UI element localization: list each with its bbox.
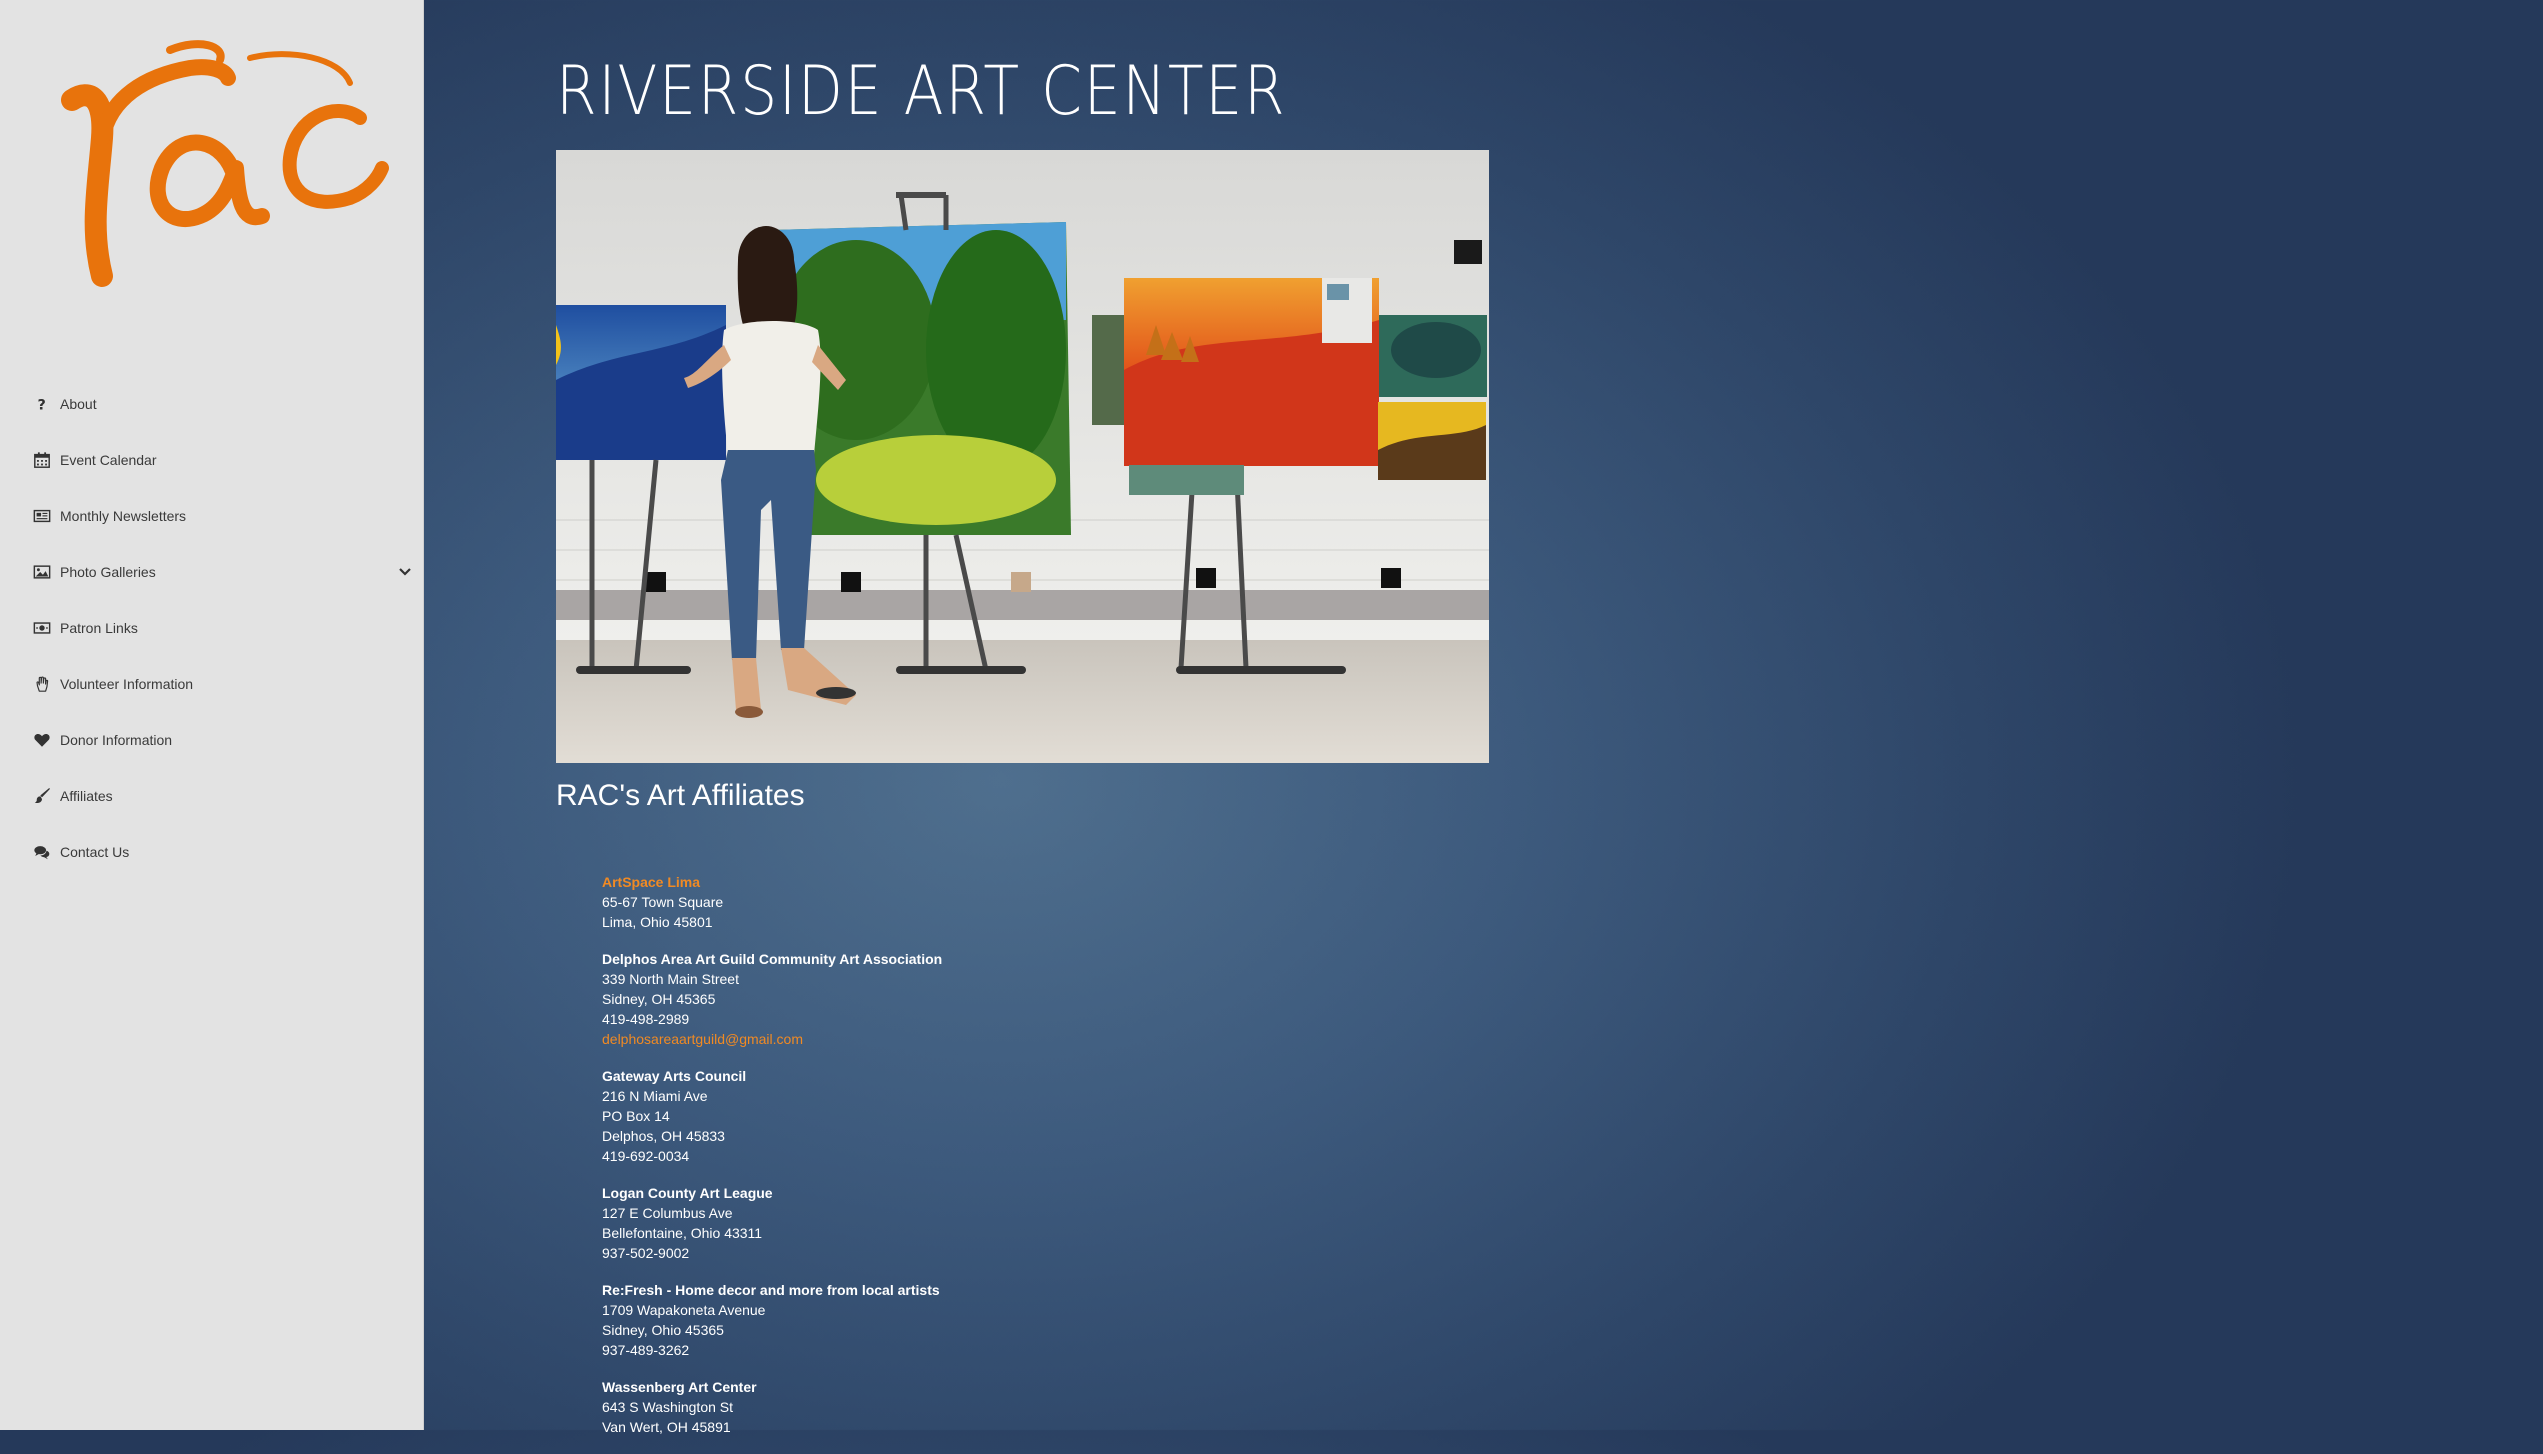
affiliate-item: Delphos Area Art Guild Community Art Ass…	[602, 949, 1402, 1049]
affiliate-name: Delphos Area Art Guild Community Art Ass…	[602, 951, 943, 967]
svg-text:?: ?	[38, 397, 46, 413]
affiliate-address-line: 643 S Washington St	[602, 1399, 734, 1415]
affiliate-address-line: 1709 Wapakoneta Avenue	[602, 1302, 766, 1318]
sidebar-item-contact-us[interactable]: Contact Us	[0, 824, 424, 880]
comments-icon	[32, 842, 52, 862]
affiliate-address-line: Delphos, OH 45833	[602, 1128, 725, 1144]
affiliate-item: Re:Fresh - Home decor and more from loca…	[602, 1280, 1402, 1360]
sidebar-nav: ? About Event Calendar Monthly Newslette…	[0, 376, 424, 880]
affiliate-name-link[interactable]: ArtSpace Lima	[602, 872, 1402, 892]
affiliate-phone: 937-489-3262	[602, 1342, 690, 1358]
affiliate-address-line: 65-67 Town Square	[602, 894, 724, 910]
affiliate-address-line: 127 E Columbus Ave	[602, 1205, 733, 1221]
picture-icon	[32, 562, 52, 582]
site-title[interactable]: RIVERSIDE ART CENTER	[556, 52, 1286, 131]
affiliate-item: ArtSpace Lima 65-67 Town Square Lima, Oh…	[602, 872, 1402, 932]
affiliate-address-line: Sidney, OH 45365	[602, 991, 716, 1007]
sidebar-item-monthly-newsletters[interactable]: Monthly Newsletters	[0, 488, 424, 544]
affiliate-phone: 419-692-0034	[602, 1148, 690, 1164]
affiliate-name: Logan County Art League	[602, 1185, 773, 1201]
heart-icon	[32, 730, 52, 750]
sidebar-item-label: About	[60, 396, 97, 412]
affiliate-item: Logan County Art League 127 E Columbus A…	[602, 1183, 1402, 1263]
affiliate-address-line: 339 North Main Street	[602, 971, 739, 987]
hero-image	[556, 150, 1489, 763]
affiliate-address-line: Bellefontaine, Ohio 43311	[602, 1225, 763, 1241]
affiliate-address-line: PO Box 14	[602, 1108, 670, 1124]
newspaper-icon	[32, 506, 52, 526]
hand-icon	[32, 674, 52, 694]
affiliate-item: Wassenberg Art Center 643 S Washington S…	[602, 1377, 1402, 1437]
sidebar-item-label: Monthly Newsletters	[60, 508, 187, 524]
brush-icon	[32, 786, 52, 806]
question-icon: ?	[32, 394, 52, 414]
sidebar-item-affiliates[interactable]: Affiliates	[0, 768, 424, 824]
sidebar-item-volunteer-information[interactable]: Volunteer Information	[0, 656, 424, 712]
affiliate-name: Wassenberg Art Center	[602, 1379, 757, 1395]
affiliate-address-line: Lima, Ohio 45801	[602, 914, 713, 930]
sidebar-item-label: Affiliates	[60, 788, 113, 804]
affiliate-phone: 937-502-9002	[602, 1245, 690, 1261]
sidebar-item-label: Event Calendar	[60, 452, 157, 468]
sidebar-item-event-calendar[interactable]: Event Calendar	[0, 432, 424, 488]
sidebar-item-label: Volunteer Information	[60, 676, 194, 692]
sidebar-item-photo-galleries[interactable]: Photo Galleries	[0, 544, 424, 600]
sidebar-item-label: Donor Information	[60, 732, 173, 748]
affiliates-list: ArtSpace Lima 65-67 Town Square Lima, Oh…	[602, 872, 1402, 1454]
rac-logo[interactable]: rac	[50, 28, 390, 288]
affiliate-name: Re:Fresh - Home decor and more from loca…	[602, 1282, 940, 1298]
affiliate-address-line: Sidney, Ohio 45365	[602, 1322, 724, 1338]
sidebar-item-patron-links[interactable]: Patron Links	[0, 600, 424, 656]
sidebar-item-label: Photo Galleries	[60, 564, 156, 580]
affiliate-address-line: 216 N Miami Ave	[602, 1088, 708, 1104]
calendar-icon	[32, 450, 52, 470]
page-heading: RAC's Art Affiliates	[556, 779, 805, 812]
affiliate-name: Gateway Arts Council	[602, 1068, 747, 1084]
sidebar-item-about[interactable]: ? About	[0, 376, 424, 432]
affiliate-address-line: Van Wert, OH 45891	[602, 1419, 731, 1435]
sidebar-item-label: Contact Us	[60, 844, 130, 860]
money-icon	[32, 618, 52, 638]
affiliate-item: Gateway Arts Council 216 N Miami Ave PO …	[602, 1066, 1402, 1166]
sidebar: rac ? About Event Calendar Monthly Newsl…	[0, 0, 424, 1430]
affiliate-phone: 419-498-2989	[602, 1011, 690, 1027]
chevron-down-icon[interactable]	[396, 563, 414, 581]
sidebar-item-donor-information[interactable]: Donor Information	[0, 712, 424, 768]
affiliate-email-link[interactable]: delphosareaartguild@gmail.com	[602, 1029, 1402, 1049]
sidebar-item-label: Patron Links	[60, 620, 138, 636]
